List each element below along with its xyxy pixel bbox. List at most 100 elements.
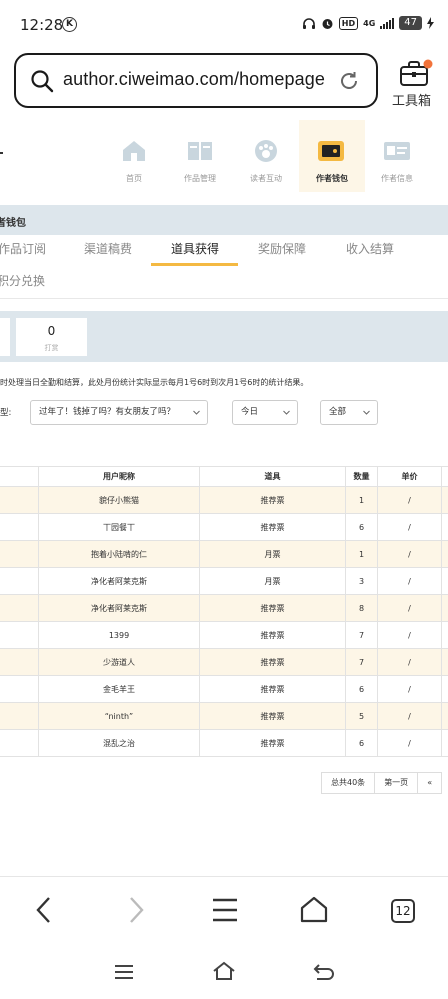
nav-readers[interactable]: 读者互动 bbox=[235, 120, 297, 192]
table-row: 混乱之治 推荐票 6/ bbox=[0, 730, 448, 757]
table-row: 丅园餐丅 推荐票 6/ bbox=[0, 514, 448, 541]
tab-channel-royalty[interactable]: 渠道稿费 bbox=[84, 240, 132, 257]
toolbox-icon bbox=[400, 59, 433, 86]
cell-item: 推荐票 bbox=[199, 595, 345, 621]
network-label: 4G bbox=[363, 18, 376, 28]
cell-quantity: 7 bbox=[345, 649, 377, 675]
clock: 12:28 bbox=[20, 16, 64, 34]
tab-subscriptions[interactable]: 作品订阅 bbox=[0, 240, 46, 257]
cell-unit-price: / bbox=[377, 622, 442, 648]
cell-item: 推荐票 bbox=[199, 649, 345, 675]
table-row: 净化者阿莱克斯 推荐票 8/ bbox=[0, 595, 448, 622]
cell-nickname: 金毛羊王 bbox=[38, 676, 199, 702]
system-back-icon[interactable] bbox=[313, 962, 335, 982]
table-row: 1399 推荐票 7/ bbox=[0, 622, 448, 649]
wallet-icon bbox=[318, 141, 344, 161]
nav-wallet-label: 作者钱包 bbox=[316, 174, 348, 183]
cell-nickname: 貌仔小熊猫 bbox=[38, 487, 199, 513]
menu-icon[interactable] bbox=[210, 895, 240, 925]
stat-value: 0 bbox=[47, 324, 56, 338]
cell-quantity: 7 bbox=[345, 622, 377, 648]
cell-nickname: 混乱之治 bbox=[38, 730, 199, 756]
tab-settlement[interactable]: 收入结算 bbox=[346, 240, 394, 257]
section-title: 者钱包 bbox=[0, 218, 26, 229]
paw-icon bbox=[255, 140, 277, 162]
tab-rewards[interactable]: 奖励保障 bbox=[258, 240, 306, 257]
nav-home-label: 首页 bbox=[126, 174, 142, 183]
cell-nickname: “ninth” bbox=[38, 703, 199, 729]
pager-total: 总共40条 bbox=[321, 772, 376, 794]
cell-quantity: 5 bbox=[345, 703, 377, 729]
cell-quantity: 1 bbox=[345, 541, 377, 567]
book-icon bbox=[188, 142, 212, 160]
cell-nickname: 净化者阿莱克斯 bbox=[38, 568, 199, 594]
cell-quantity: 6 bbox=[345, 676, 377, 702]
table-row: 金毛羊王 推荐票 6/ bbox=[0, 676, 448, 703]
kind-select-value: 全部 bbox=[329, 407, 347, 417]
cell-item: 推荐票 bbox=[199, 703, 345, 729]
date-select[interactable]: 今日 bbox=[232, 400, 298, 425]
cell-unit-price: / bbox=[377, 730, 442, 756]
cell-quantity: 8 bbox=[345, 595, 377, 621]
forward-icon[interactable] bbox=[120, 895, 150, 925]
nav-works-label: 作品管理 bbox=[184, 174, 216, 183]
pagination: 总共40条 第一页 « bbox=[321, 772, 443, 794]
kind-select[interactable]: 全部 bbox=[320, 400, 378, 425]
table-row: 净化者阿莱克斯 月票 3/ bbox=[0, 568, 448, 595]
header-item: 道具 bbox=[199, 467, 345, 486]
divider bbox=[0, 298, 448, 299]
filter-type-label: 型: bbox=[0, 408, 12, 418]
table-row: “ninth” 推荐票 5/ bbox=[0, 703, 448, 730]
header-nickname: 用户昵称 bbox=[38, 467, 199, 486]
tab-items[interactable]: 道具获得 bbox=[171, 240, 219, 257]
charging-icon bbox=[427, 17, 434, 29]
cell-quantity: 3 bbox=[345, 568, 377, 594]
cell-item: 推荐票 bbox=[199, 487, 345, 513]
stat-card-partial bbox=[0, 318, 10, 356]
signal-icon bbox=[380, 17, 395, 29]
table-row: 貌仔小熊猫 推荐票 1/ bbox=[0, 487, 448, 514]
pager-first-button[interactable]: 第一页 bbox=[374, 772, 419, 794]
back-icon[interactable] bbox=[30, 895, 60, 925]
nav-home[interactable]: 首页 bbox=[103, 120, 165, 192]
id-card-icon bbox=[384, 142, 410, 160]
notice-text: 时处理当日全勤和结算，此处月份统计实际显示每月1号6时到次月1号6时的统计结果。 bbox=[0, 378, 309, 387]
search-icon bbox=[31, 70, 54, 93]
cell-nickname: 净化者阿莱克斯 bbox=[38, 595, 199, 621]
chevron-down-icon bbox=[363, 410, 370, 415]
headphones-icon bbox=[302, 17, 315, 29]
tab-switcher-button[interactable]: 12 bbox=[391, 899, 415, 923]
cell-quantity: 6 bbox=[345, 514, 377, 540]
cell-quantity: 1 bbox=[345, 487, 377, 513]
section-header: 者钱包 bbox=[0, 205, 448, 235]
header-unit-price: 单价 bbox=[377, 467, 442, 486]
home-page-icon[interactable] bbox=[299, 895, 329, 925]
hd-badge: HD bbox=[338, 16, 359, 30]
cell-unit-price: / bbox=[377, 595, 442, 621]
cell-nickname: 1399 bbox=[38, 622, 199, 648]
book-select[interactable]: 过年了！钱掉了吗？有女朋友了吗？ bbox=[30, 400, 208, 425]
pager-prev-button[interactable]: « bbox=[417, 772, 443, 794]
cell-unit-price: / bbox=[377, 703, 442, 729]
cell-unit-price: / bbox=[377, 649, 442, 675]
recents-icon[interactable] bbox=[114, 963, 134, 981]
reload-icon[interactable] bbox=[338, 70, 360, 92]
nav-works[interactable]: 作品管理 bbox=[169, 120, 231, 192]
cell-item: 推荐票 bbox=[199, 622, 345, 648]
address-bar[interactable]: author.ciweimao.com/homepage bbox=[14, 53, 378, 108]
cell-nickname: 丅园餐丅 bbox=[38, 514, 199, 540]
url-text[interactable]: author.ciweimao.com/homepage bbox=[63, 69, 325, 90]
alarm-icon bbox=[322, 18, 333, 29]
cell-item: 推荐票 bbox=[199, 514, 345, 540]
cell-unit-price: / bbox=[377, 514, 442, 540]
system-home-icon[interactable] bbox=[212, 961, 236, 981]
cell-nickname: 抱着小陆啃的仁 bbox=[38, 541, 199, 567]
chevron-down-icon bbox=[283, 410, 290, 415]
cell-item: 月票 bbox=[199, 568, 345, 594]
logo-fragment bbox=[0, 152, 3, 154]
cell-item: 月票 bbox=[199, 541, 345, 567]
nav-wallet[interactable]: 作者钱包 bbox=[299, 120, 365, 192]
tab-points-exchange[interactable]: 积分兑换 bbox=[0, 272, 45, 289]
nav-profile[interactable]: 作者信息 bbox=[366, 120, 428, 192]
k-badge-icon: K bbox=[62, 17, 77, 32]
